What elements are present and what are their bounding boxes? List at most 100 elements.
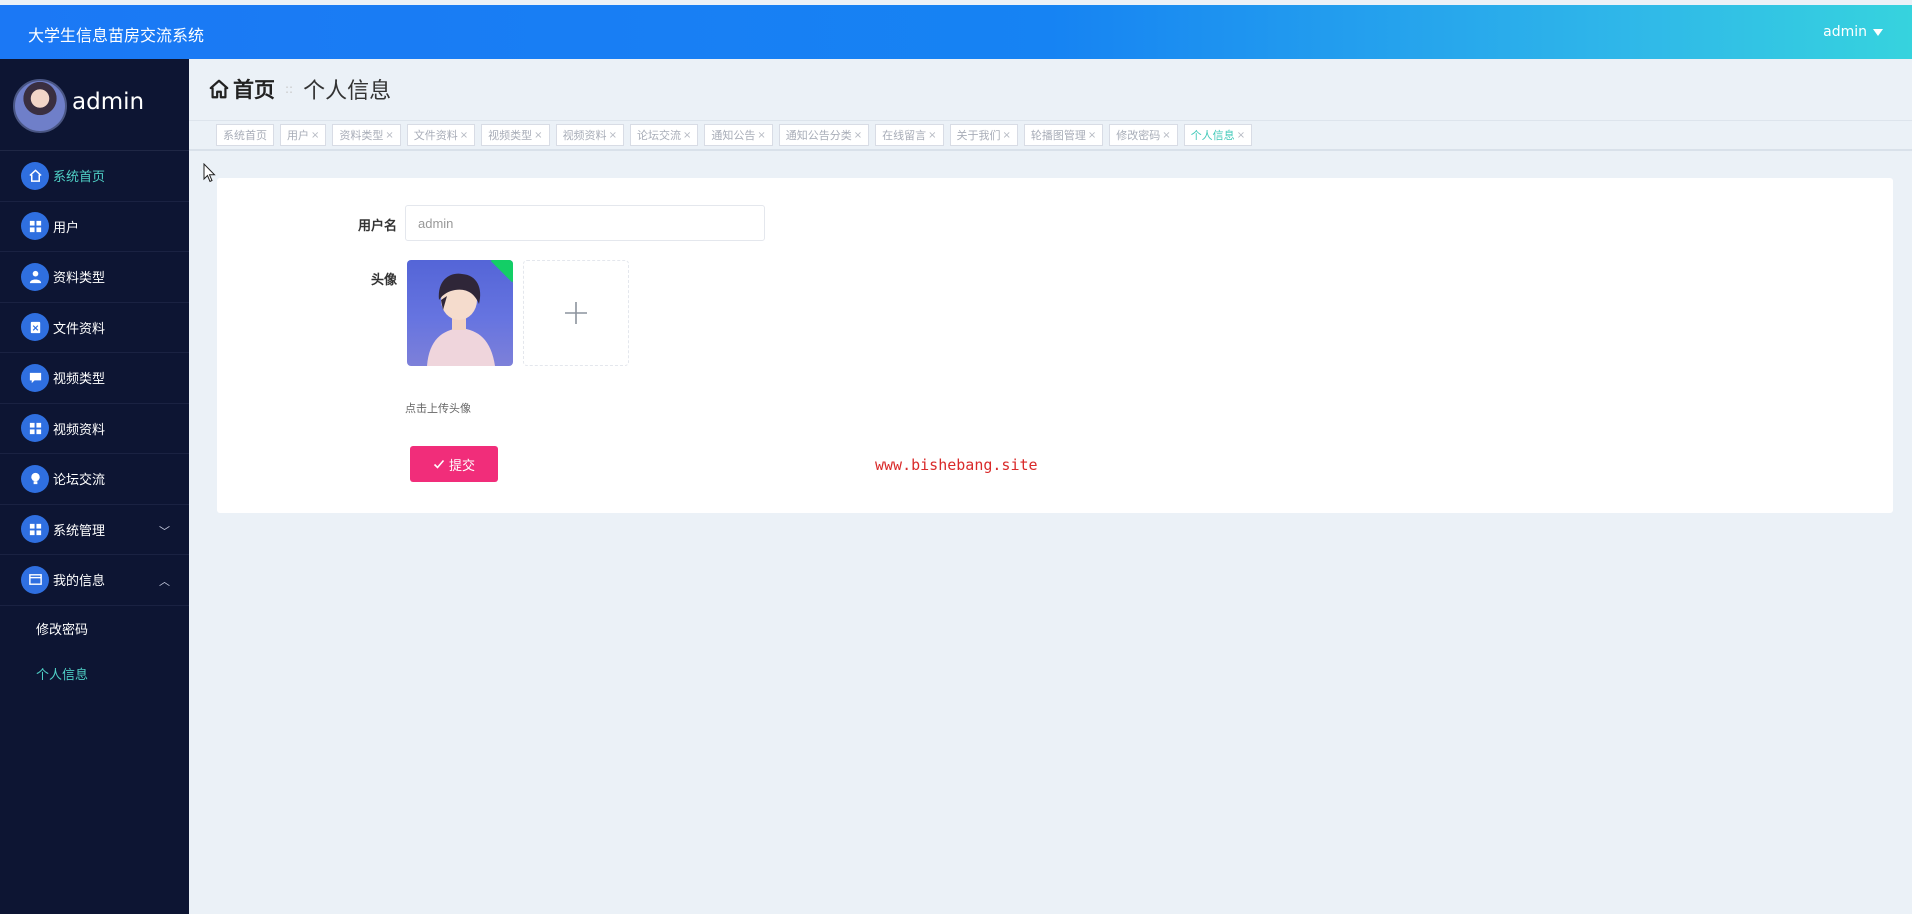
close-icon[interactable]: × xyxy=(311,130,319,141)
app-title: 大学生信息苗房交流系统 xyxy=(28,26,205,45)
close-icon[interactable]: × xyxy=(1237,130,1245,141)
mouse-cursor-icon xyxy=(203,163,216,183)
close-icon[interactable]: × xyxy=(1088,130,1096,141)
tag-tab-label: 用户 xyxy=(287,129,309,142)
sidebar-item-3[interactable]: 文件资料 xyxy=(0,303,189,353)
sidebar-item-label: 视频资料 xyxy=(53,422,106,438)
sidebar-item-4[interactable]: 视频类型 xyxy=(0,353,189,404)
sidebar-item-label: 视频类型 xyxy=(53,372,106,388)
sidebar-item-5[interactable]: 视频资料 xyxy=(0,404,189,454)
avatar xyxy=(13,79,67,133)
close-icon[interactable]: × xyxy=(854,130,862,141)
tag-tab-2[interactable]: 资料类型 × xyxy=(332,124,401,146)
close-icon[interactable]: × xyxy=(534,130,542,141)
breadcrumb-current: 个人信息 xyxy=(303,79,392,104)
tag-tab-0[interactable]: 系统首页 xyxy=(216,124,274,146)
tag-tab-10[interactable]: 关于我们 × xyxy=(949,124,1018,146)
tag-tab-11[interactable]: 轮播图管理 × xyxy=(1023,124,1104,146)
breadcrumb-separator: :: xyxy=(285,82,294,96)
sidebar-subitem-1[interactable]: 个人信息 xyxy=(0,651,189,696)
sidebar: admin 系统首页 用户 资料类型 文件资料 视频类型 视频资料 论坛交流 系统管理 ﹀ 我的信… xyxy=(0,59,189,914)
user-menu[interactable]: admin xyxy=(1823,24,1883,40)
close-icon[interactable]: × xyxy=(460,130,468,141)
sidebar-menu: 系统首页用户资料类型文件资料视频类型视频资料论坛交流系统管理 ﹀ 我的信息 ︿ xyxy=(0,151,189,606)
bulb-icon xyxy=(21,464,49,493)
sidebar-item-label: 我的信息 xyxy=(53,574,106,590)
tag-tab-7[interactable]: 通知公告 × xyxy=(704,124,773,146)
tag-tab-5[interactable]: 视频资料 × xyxy=(555,124,624,146)
file-icon xyxy=(21,313,49,342)
tag-tab-12[interactable]: 修改密码 × xyxy=(1109,124,1178,146)
sidebar-item-label: 用户 xyxy=(53,220,80,236)
sidebar-subitem-0[interactable]: 修改密码 xyxy=(0,606,189,651)
close-icon[interactable]: × xyxy=(385,130,393,141)
profile-form-card: 用户名 头像 点击上传头像 提交 xyxy=(217,178,1893,513)
tag-tab-13[interactable]: 个人信息 × xyxy=(1183,124,1253,146)
tag-tab-label: 视频资料 xyxy=(562,129,607,142)
home-icon xyxy=(209,79,229,99)
tag-tab-label: 个人信息 xyxy=(1190,129,1235,142)
close-icon[interactable]: × xyxy=(757,130,765,141)
sidebar-item-7[interactable]: 系统管理 ﹀ xyxy=(0,505,189,555)
close-icon[interactable]: × xyxy=(683,130,691,141)
tag-tab-label: 关于我们 xyxy=(956,129,1001,142)
tag-tab-4[interactable]: 视频类型 × xyxy=(481,124,550,146)
plus-icon xyxy=(565,302,587,324)
comment-icon xyxy=(21,363,49,392)
tag-tab-1[interactable]: 用户 × xyxy=(280,124,327,146)
sidebar-item-label: 论坛交流 xyxy=(53,473,106,489)
chevron-up-icon: ︿ xyxy=(159,575,170,588)
tag-tab-label: 资料类型 xyxy=(339,129,384,142)
sidebar-item-6[interactable]: 论坛交流 xyxy=(0,454,189,505)
close-icon[interactable]: × xyxy=(1003,130,1011,141)
avatar-image xyxy=(427,273,495,366)
sidebar-item-2[interactable]: 资料类型 xyxy=(0,252,189,303)
tag-tab-label: 文件资料 xyxy=(413,129,458,142)
tag-tab-6[interactable]: 论坛交流 × xyxy=(629,124,699,146)
upload-hint: 点击上传头像 xyxy=(405,402,471,415)
sidebar-profile: admin xyxy=(0,59,189,151)
breadcrumb-home[interactable]: 首页 xyxy=(233,74,275,104)
tag-tab-label: 通知公告分类 xyxy=(785,129,852,142)
profile-name: admin xyxy=(72,89,145,115)
avatar-upload-button[interactable] xyxy=(523,260,629,366)
sidebar-item-8[interactable]: 我的信息 ︿ xyxy=(0,555,189,606)
submit-button[interactable]: 提交 xyxy=(410,446,498,482)
grid-icon xyxy=(21,515,49,544)
tags-bar: 系统首页 用户 × 资料类型 × 文件资料 × 视频类型 × 视频资料 × 论坛交流 × 通知公告 × 通知公… xyxy=(189,120,1912,151)
tag-tab-label: 视频类型 xyxy=(488,129,533,142)
top-header: 大学生信息苗房交流系统 admin xyxy=(0,5,1912,59)
sidebar-item-1[interactable]: 用户 xyxy=(0,202,189,252)
tag-tab-label: 在线留言 xyxy=(882,129,927,142)
avatar-label: 头像 xyxy=(370,273,397,288)
username-label: 用户名 xyxy=(357,219,397,234)
sidebar-item-label: 资料类型 xyxy=(53,271,106,287)
sidebar-item-label: 系统首页 xyxy=(53,170,106,186)
sidebar-submenu: 修改密码 个人信息 xyxy=(0,606,189,696)
close-icon[interactable]: × xyxy=(609,130,617,141)
tag-tab-3[interactable]: 文件资料 × xyxy=(406,124,476,146)
grid-icon xyxy=(21,212,49,241)
tag-tab-9[interactable]: 在线留言 × xyxy=(875,124,944,146)
tag-tab-8[interactable]: 通知公告分类 × xyxy=(778,124,870,146)
tag-tab-label: 系统首页 xyxy=(223,129,267,142)
close-icon[interactable]: × xyxy=(928,130,936,141)
caret-down-icon xyxy=(1873,28,1883,36)
watermark: www.bishebang.site xyxy=(875,456,1038,474)
tag-tabs: 系统首页 用户 × 资料类型 × 文件资料 × 视频类型 × 视频资料 × 论坛交流 × 通知公告 × 通知公… xyxy=(216,124,1253,146)
tag-tab-label: 轮播图管理 xyxy=(1030,129,1086,142)
username-input[interactable] xyxy=(405,205,765,241)
breadcrumb: 首页 :: 个人信息 xyxy=(208,74,391,104)
sidebar-item-label: 文件资料 xyxy=(53,321,106,337)
user-icon xyxy=(21,262,49,291)
grid-icon xyxy=(21,414,49,443)
tag-tab-label: 论坛交流 xyxy=(636,129,681,142)
window-icon xyxy=(21,565,49,594)
close-icon[interactable]: × xyxy=(1162,130,1170,141)
tag-tab-label: 修改密码 xyxy=(1116,129,1161,142)
sidebar-item-0[interactable]: 系统首页 xyxy=(0,151,189,202)
submit-label: 提交 xyxy=(448,457,475,473)
avatar-preview[interactable] xyxy=(407,260,513,366)
sidebar-item-label: 系统管理 xyxy=(53,523,106,539)
tag-tab-label: 通知公告 xyxy=(711,129,756,142)
